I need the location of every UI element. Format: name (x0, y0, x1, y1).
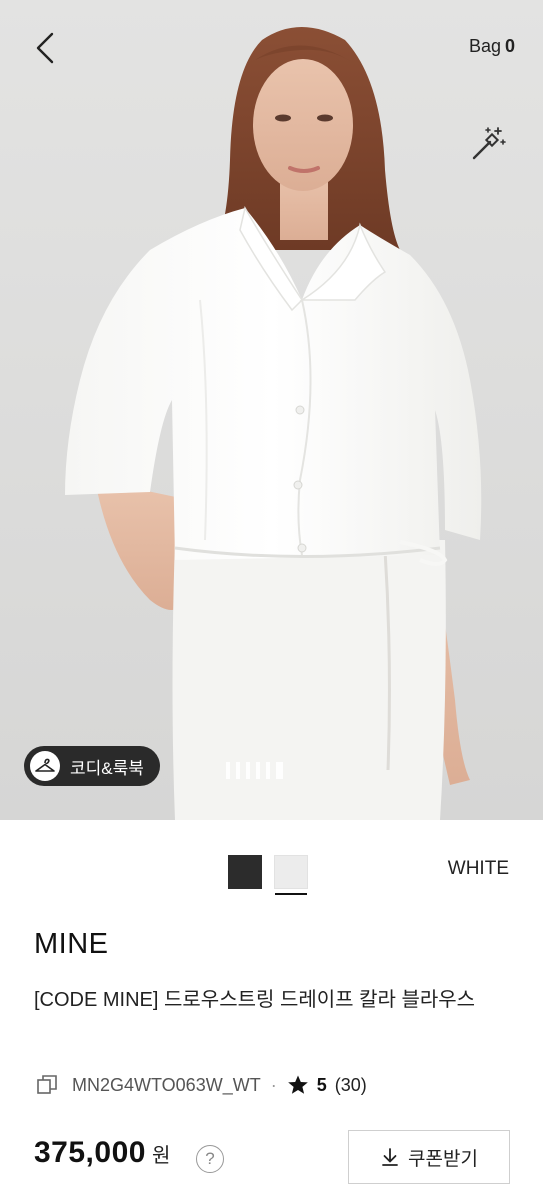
coupon-download-button[interactable]: 쿠폰받기 (348, 1130, 510, 1184)
page-indicator[interactable] (226, 762, 230, 779)
review-count[interactable]: (30) (335, 1075, 367, 1096)
page-indicator-active[interactable] (276, 762, 283, 779)
bag-count: 0 (504, 36, 515, 56)
chevron-left-icon (36, 32, 54, 64)
download-icon (382, 1148, 398, 1166)
lookbook-label: 코디&룩북 (70, 758, 144, 778)
product-code: MN2G4WTO063W_WT (72, 1074, 261, 1095)
product-photo (65, 27, 482, 820)
price: 375,000 (34, 1136, 146, 1169)
page-indicator[interactable] (246, 762, 250, 779)
gallery-pagination[interactable] (226, 762, 283, 779)
star-icon (287, 1075, 308, 1094)
rating-value: 5 (316, 1074, 327, 1095)
price-row: 375,000 원 (34, 1136, 170, 1170)
copy-icon[interactable] (36, 1074, 58, 1096)
brand-name[interactable]: MINE (34, 928, 109, 961)
selected-color-name: WHITE (447, 858, 509, 879)
page-indicator[interactable] (266, 762, 270, 779)
lookbook-button[interactable]: 코디&룩북 (24, 746, 160, 786)
page-indicator[interactable] (236, 762, 240, 779)
back-button[interactable] (28, 28, 64, 68)
currency: 원 (151, 1145, 171, 1167)
bag-button[interactable]: Bag 0 (469, 36, 515, 57)
separator-dot: · (270, 1074, 277, 1095)
color-swatch-black[interactable] (228, 855, 262, 889)
color-swatch-white[interactable] (274, 855, 308, 895)
product-image-gallery[interactable]: Bag 0 코디&룩북 (0, 0, 543, 820)
page-indicator[interactable] (256, 762, 260, 779)
price-help-icon[interactable]: ? (196, 1145, 224, 1173)
product-meta-row: MN2G4WTO063W_WT · 5 (30) (36, 1074, 367, 1096)
bag-label: Bag (468, 36, 501, 56)
coupon-label: 쿠폰받기 (408, 1148, 478, 1170)
product-title: [CODE MINE] 드로우스트링 드레이프 칼라 블라우스 (34, 989, 476, 1011)
magic-wand-icon[interactable] (468, 124, 508, 164)
color-swatches (228, 855, 308, 895)
hanger-icon (30, 751, 60, 781)
